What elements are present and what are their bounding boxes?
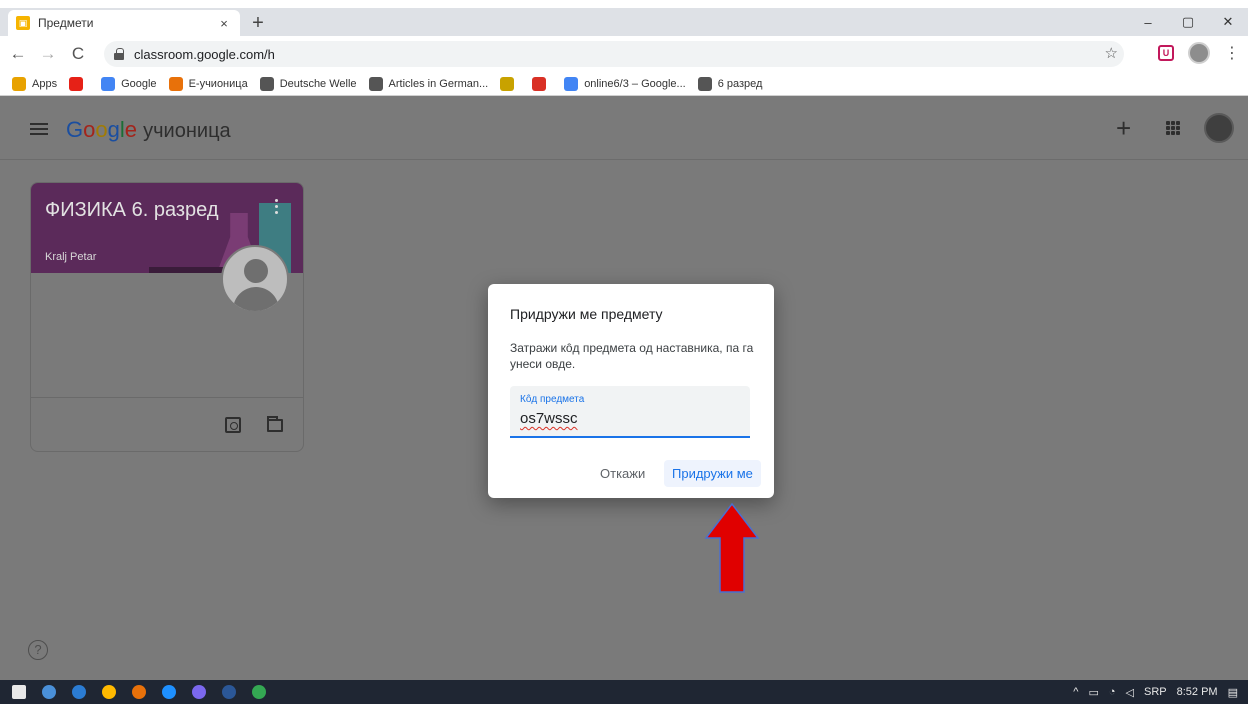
- class-code-input[interactable]: os7wssc: [520, 410, 578, 427]
- bookmark-icon: [101, 76, 116, 91]
- forward-button[interactable]: →: [36, 42, 60, 66]
- class-teacher: Kralj Petar: [45, 251, 97, 263]
- google-apps-icon[interactable]: [1166, 121, 1180, 135]
- bookmark-item[interactable]: Deutsche Welle: [259, 76, 357, 91]
- minimize-button[interactable]: –: [1128, 8, 1168, 36]
- browser-menu-icon[interactable]: ⋮: [1224, 43, 1240, 63]
- bookmark-item[interactable]: [532, 76, 552, 91]
- address-bar-row: ← → C classroom.google.com/h ☆ U ⋮: [0, 36, 1248, 72]
- lock-icon[interactable]: [114, 48, 124, 60]
- bookmark-icon: [532, 76, 547, 91]
- hamburger-menu-icon[interactable]: [30, 123, 48, 135]
- bookmark-label: Deutsche Welle: [279, 77, 357, 90]
- profile-avatar[interactable]: [1188, 42, 1210, 64]
- bookmark-star-icon[interactable]: ☆: [1105, 44, 1118, 62]
- bookmark-label: online6/3 – Google...: [584, 77, 686, 90]
- omnibox[interactable]: classroom.google.com/h ☆: [104, 41, 1124, 67]
- bookmark-item[interactable]: E-учионица: [168, 76, 248, 91]
- windows-taskbar: ^ ▭ ◔ ◁ SRP 8:52 PM ▤: [0, 680, 1248, 704]
- help-icon[interactable]: ?: [28, 640, 48, 660]
- back-button[interactable]: ←: [6, 42, 30, 66]
- language-indicator[interactable]: SRP: [1144, 686, 1167, 698]
- dialog-title: Придружи ме предмету: [510, 306, 663, 322]
- classroom-favicon-icon: ▣: [16, 16, 30, 30]
- taskbar-app-icon[interactable]: [252, 685, 266, 699]
- tab-close-icon[interactable]: ×: [216, 16, 232, 31]
- bookmark-icon: [564, 76, 579, 91]
- bookmark-item[interactable]: online6/3 – Google...: [564, 76, 686, 91]
- windows-start-icon[interactable]: [12, 685, 26, 699]
- app-name: учионица: [143, 120, 231, 142]
- bookmark-icon: [368, 76, 383, 91]
- bookmark-icon: [500, 76, 515, 91]
- cancel-button[interactable]: Откажи: [592, 460, 653, 487]
- bookmark-item[interactable]: [500, 76, 520, 91]
- bookmark-item[interactable]: 6 разред: [697, 76, 763, 91]
- extension-shield-icon[interactable]: U: [1158, 45, 1174, 61]
- bookmark-icon: [697, 76, 712, 91]
- top-strip: [0, 0, 1248, 8]
- restore-button[interactable]: ▢: [1168, 8, 1208, 36]
- clock[interactable]: 8:52 PM: [1177, 686, 1218, 698]
- add-class-icon[interactable]: +: [1116, 113, 1131, 144]
- account-avatar[interactable]: [1204, 113, 1234, 143]
- bookmark-item[interactable]: [69, 76, 89, 91]
- notification-icon[interactable]: ▤: [1228, 686, 1238, 699]
- close-window-button[interactable]: ✕: [1208, 8, 1248, 36]
- browser-tab-bar: ▣ Предмети × + – ▢ ✕: [0, 8, 1248, 36]
- taskbar-app-icon[interactable]: [72, 685, 86, 699]
- taskbar-app-icon[interactable]: [42, 685, 56, 699]
- bookmark-label: Articles in German...: [388, 77, 489, 90]
- taskbar-app-icon[interactable]: [162, 685, 176, 699]
- url-text[interactable]: classroom.google.com/h: [134, 47, 275, 62]
- taskbar-app-icon[interactable]: [192, 685, 206, 699]
- extension-area: U ⋮: [1158, 42, 1240, 64]
- class-code-label: Кôд предмета: [520, 394, 585, 405]
- taskbar-app-icon[interactable]: [102, 685, 116, 699]
- assignments-icon[interactable]: [225, 417, 241, 433]
- reload-button[interactable]: C: [66, 42, 90, 66]
- bookmark-label: E-учионица: [188, 77, 248, 90]
- new-tab-button[interactable]: +: [248, 13, 268, 33]
- join-button[interactable]: Придружи ме: [664, 460, 761, 487]
- system-tray: ^ ▭ ◔ ◁ SRP 8:52 PM ▤: [1073, 680, 1238, 704]
- folder-icon[interactable]: [267, 416, 283, 432]
- tray-caret-icon[interactable]: ^: [1073, 686, 1078, 698]
- bookmark-item[interactable]: Articles in German...: [368, 76, 489, 91]
- bookmark-icon: [168, 76, 183, 91]
- bookmark-icon: [259, 76, 274, 91]
- volume-icon[interactable]: ◁: [1126, 686, 1134, 699]
- bookmarks-bar: Apps Google E-учионица Deutsche Welle Articl…: [0, 72, 1248, 96]
- join-class-dialog: Придружи ме предмету Затражи кôд предмет…: [488, 284, 774, 498]
- bookmark-label: Apps: [32, 77, 58, 90]
- red-arrow-annotation: [704, 502, 760, 593]
- wifi-icon[interactable]: ◔: [1109, 686, 1116, 698]
- bookmark-icon: [12, 76, 26, 91]
- bookmark-icon: [69, 76, 84, 91]
- class-options-icon[interactable]: [275, 199, 279, 217]
- teacher-avatar: [221, 245, 289, 313]
- bookmark-item[interactable]: Google: [101, 76, 157, 91]
- class-card-actions: [225, 416, 283, 433]
- dialog-description: Затражи кôд предмета од наставника, па г…: [510, 341, 754, 371]
- taskbar-app-icon[interactable]: [222, 685, 236, 699]
- browser-tab[interactable]: ▣ Предмети ×: [8, 10, 240, 36]
- bookmark-label: 6 разред: [717, 77, 763, 90]
- taskbar-app-icon[interactable]: [132, 685, 146, 699]
- window-controls: – ▢ ✕: [1128, 8, 1248, 36]
- class-card[interactable]: ФИЗИКА 6. разред Kralj Petar: [30, 182, 304, 452]
- google-classroom-logo[interactable]: Google учионица: [66, 117, 231, 143]
- class-title[interactable]: ФИЗИКА 6. разред: [45, 199, 219, 222]
- bookmark-label: Google: [121, 77, 157, 90]
- battery-icon[interactable]: ▭: [1088, 686, 1098, 699]
- class-code-field[interactable]: Кôд предмета os7wssc: [510, 386, 750, 438]
- bookmark-item[interactable]: Apps: [12, 76, 58, 91]
- tab-title: Предмети: [38, 16, 94, 30]
- classroom-header: Google учионица +: [0, 97, 1248, 160]
